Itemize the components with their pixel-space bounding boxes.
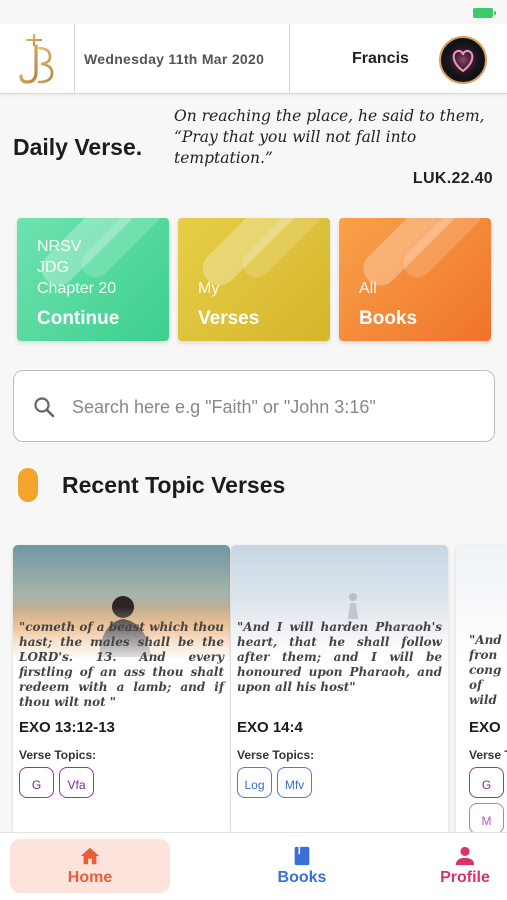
tab-home-label: Home: [67, 869, 113, 886]
tab-profile-label: Profile: [440, 869, 490, 886]
card-line-chapter: Chapter 20: [37, 280, 117, 297]
my-label: My: [198, 280, 220, 297]
person-icon: [455, 846, 475, 866]
topic-chip[interactable]: Mfv: [277, 767, 312, 798]
daily-verse-title: Daily Verse.: [13, 134, 143, 160]
tab-home[interactable]: Home: [10, 839, 170, 893]
avatar[interactable]: [439, 36, 487, 84]
recent-topic-verses-title: Recent Topic Verses: [62, 472, 286, 498]
topic-chip[interactable]: M: [469, 803, 504, 834]
daily-verse-reference[interactable]: LUK.22.40: [413, 170, 493, 188]
verse-topics-label: Verse Topics:: [19, 748, 97, 762]
tab-books-label: Books: [277, 869, 327, 886]
home-icon: [80, 847, 100, 865]
topic-verse-text: "And I will harden Pharaoh's heart, that…: [237, 620, 442, 694]
heart-icon: [443, 40, 483, 80]
search-icon: [34, 397, 55, 418]
search-box[interactable]: [13, 370, 495, 442]
card-line-book: JDG: [37, 259, 69, 276]
user-name[interactable]: Francis: [352, 50, 409, 68]
topic-chip[interactable]: Vfa: [59, 767, 94, 798]
book-icon: [294, 846, 310, 866]
current-date: Wednesday 11th Mar 2020: [84, 51, 265, 67]
app-header: Wednesday 11th Mar 2020 Francis: [0, 24, 507, 94]
topic-verse-card[interactable]: "cometh of a beast which thou hast; the …: [13, 545, 230, 835]
topic-chip[interactable]: Log: [237, 767, 272, 798]
topic-verse-text: "And fron cong of wild: [469, 633, 502, 705]
topic-verse-reference: EXO: [469, 719, 501, 736]
logo-icon: [19, 34, 54, 84]
topic-verse-reference: EXO 13:12-13: [19, 719, 115, 736]
verse-topics-label: Verse Topics:: [237, 748, 315, 762]
topic-verse-reference: EXO 14:4: [237, 719, 303, 736]
section-marker: [18, 468, 38, 502]
tab-profile[interactable]: Profile: [400, 839, 507, 893]
all-label: All: [359, 280, 377, 297]
verse-topics-label: Verse Topics:: [469, 748, 507, 762]
daily-verse-text: On reaching the place, he said to them, …: [174, 107, 485, 167]
all-books-card[interactable]: All Books: [339, 218, 491, 341]
continue-label: Continue: [37, 308, 120, 329]
books-label: Books: [359, 308, 418, 329]
bottom-tab-bar: Home Books Profile: [0, 832, 507, 900]
topic-verse-text: "cometh of a beast which thou hast; the …: [19, 620, 224, 709]
my-verses-card[interactable]: My Verses: [178, 218, 330, 341]
search-input[interactable]: [72, 389, 472, 425]
card-line-version: NRSV: [37, 238, 82, 255]
topic-verse-card[interactable]: "And I will harden Pharaoh's heart, that…: [231, 545, 448, 835]
continue-reading-card[interactable]: NRSV JDG Chapter 20 Continue: [17, 218, 169, 341]
topic-chip[interactable]: G: [19, 767, 54, 798]
battery-icon: [473, 8, 496, 18]
topic-chip[interactable]: G: [469, 767, 504, 798]
header-divider: [289, 24, 290, 94]
verses-label: Verses: [198, 308, 260, 329]
status-bar: [0, 0, 507, 22]
header-divider: [74, 24, 75, 94]
tab-books[interactable]: Books: [222, 839, 382, 893]
topic-verse-card[interactable]: "And fron cong of wild EXO Verse Topics:…: [456, 545, 507, 835]
